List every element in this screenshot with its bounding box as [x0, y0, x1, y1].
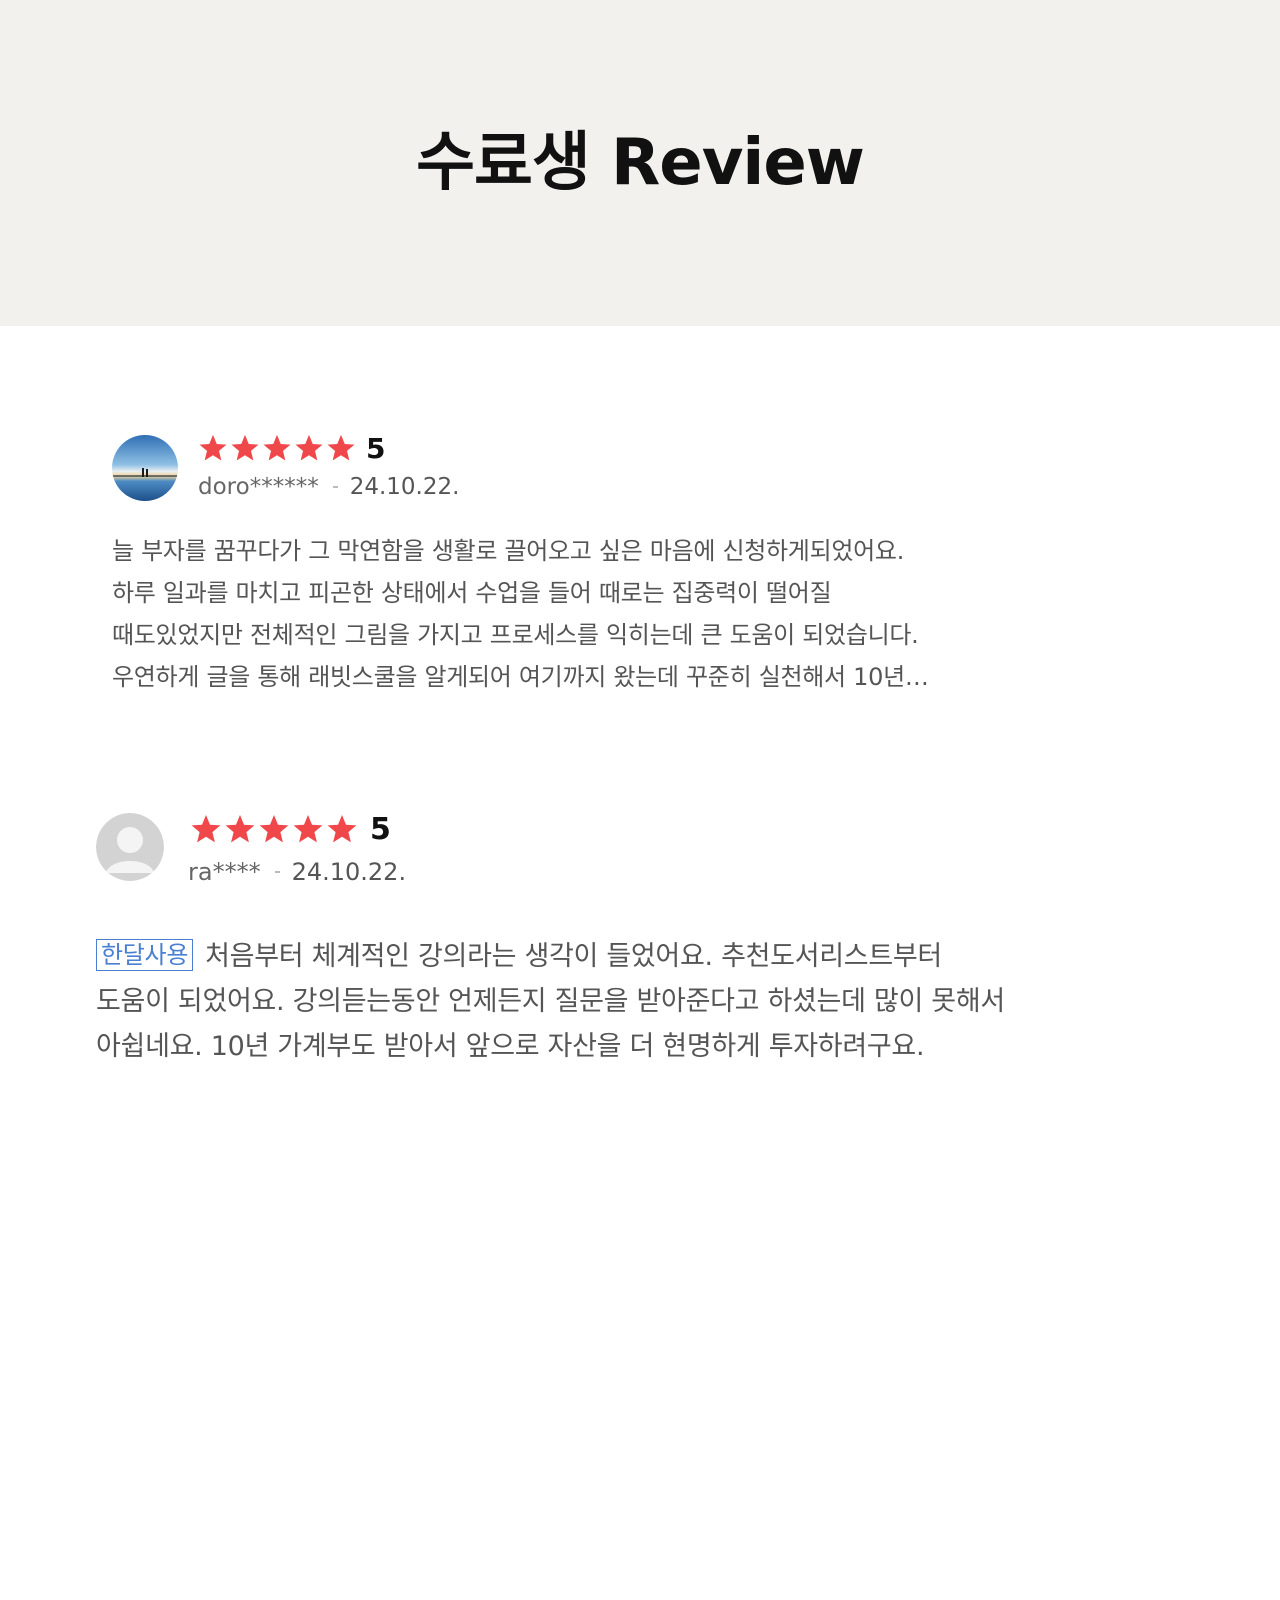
user-avatar	[112, 435, 178, 501]
review-line: 한달사용 처음부터 체계적인 강의라는 생각이 들었어요. 추천도서리스트부터	[96, 934, 1136, 979]
username: ra****	[188, 858, 261, 886]
star-rating: 5	[198, 430, 385, 466]
user-avatar	[96, 813, 164, 881]
review-line: 도움이 되었어요. 강의듣는동안 언제든지 질문을 받아준다고 하셨는데 많이 …	[96, 986, 1005, 1017]
page-title: 수료생 Review	[416, 126, 865, 200]
review-line-text: 처음부터 체계적인 강의라는 생각이 들었어요. 추천도서리스트부터	[205, 941, 942, 972]
review-line: 때도있었지만 전체적인 그림을 가지고 프로세스를 익히는데 큰 도움이 되었습…	[112, 621, 919, 649]
separator-dot	[332, 486, 338, 488]
star-icon	[225, 815, 255, 843]
review-body: 한달사용 처음부터 체계적인 강의라는 생각이 들었어요. 추천도서리스트부터 도…	[96, 934, 1136, 1069]
review-line: 아쉽네요. 10년 가계부도 받아서 앞으로 자산을 더 현명하게 투자하려구요…	[96, 1031, 925, 1062]
rating-value: 5	[370, 811, 391, 847]
review-line: 늘 부자를 꿈꾸다가 그 막연함을 생활로 끌어오고 싶은 마음에 신청하게되었…	[112, 537, 905, 565]
star-icon	[327, 815, 357, 843]
star-icon	[263, 434, 291, 461]
page-header: 수료생 Review	[0, 0, 1280, 326]
separator-dot	[274, 871, 280, 873]
review-date: 24.10.22.	[349, 474, 460, 500]
review-meta: doro****** 24.10.22.	[198, 474, 459, 500]
usage-badge: 한달사용	[96, 939, 194, 971]
review-line: 하루 일과를 마치고 피곤한 상태에서 수업을 들어 때로는 집중력이 떨어질	[112, 579, 832, 607]
sunset-landscape-avatar-icon	[112, 435, 178, 501]
star-icon	[199, 434, 227, 461]
rating-value: 5	[366, 431, 386, 465]
review-line: 우연하게 글을 통해 래빗스쿨을 알게되어 여기까지 왔는데 꾸준히 실천해서 …	[112, 663, 929, 691]
star-icon	[293, 815, 323, 843]
review-body: 늘 부자를 꿈꾸다가 그 막연함을 생활로 끌어오고 싶은 마음에 신청하게되었…	[112, 530, 1092, 698]
star-icon	[191, 815, 221, 843]
star-icon	[327, 434, 355, 461]
star-rating: 5	[190, 811, 391, 847]
star-icon	[295, 434, 323, 461]
username: doro******	[198, 474, 319, 500]
review-date: 24.10.22.	[291, 858, 407, 886]
default-user-avatar-icon	[96, 813, 164, 881]
review-meta: ra**** 24.10.22.	[188, 858, 406, 886]
star-icon	[231, 434, 259, 461]
star-icon	[259, 815, 289, 843]
